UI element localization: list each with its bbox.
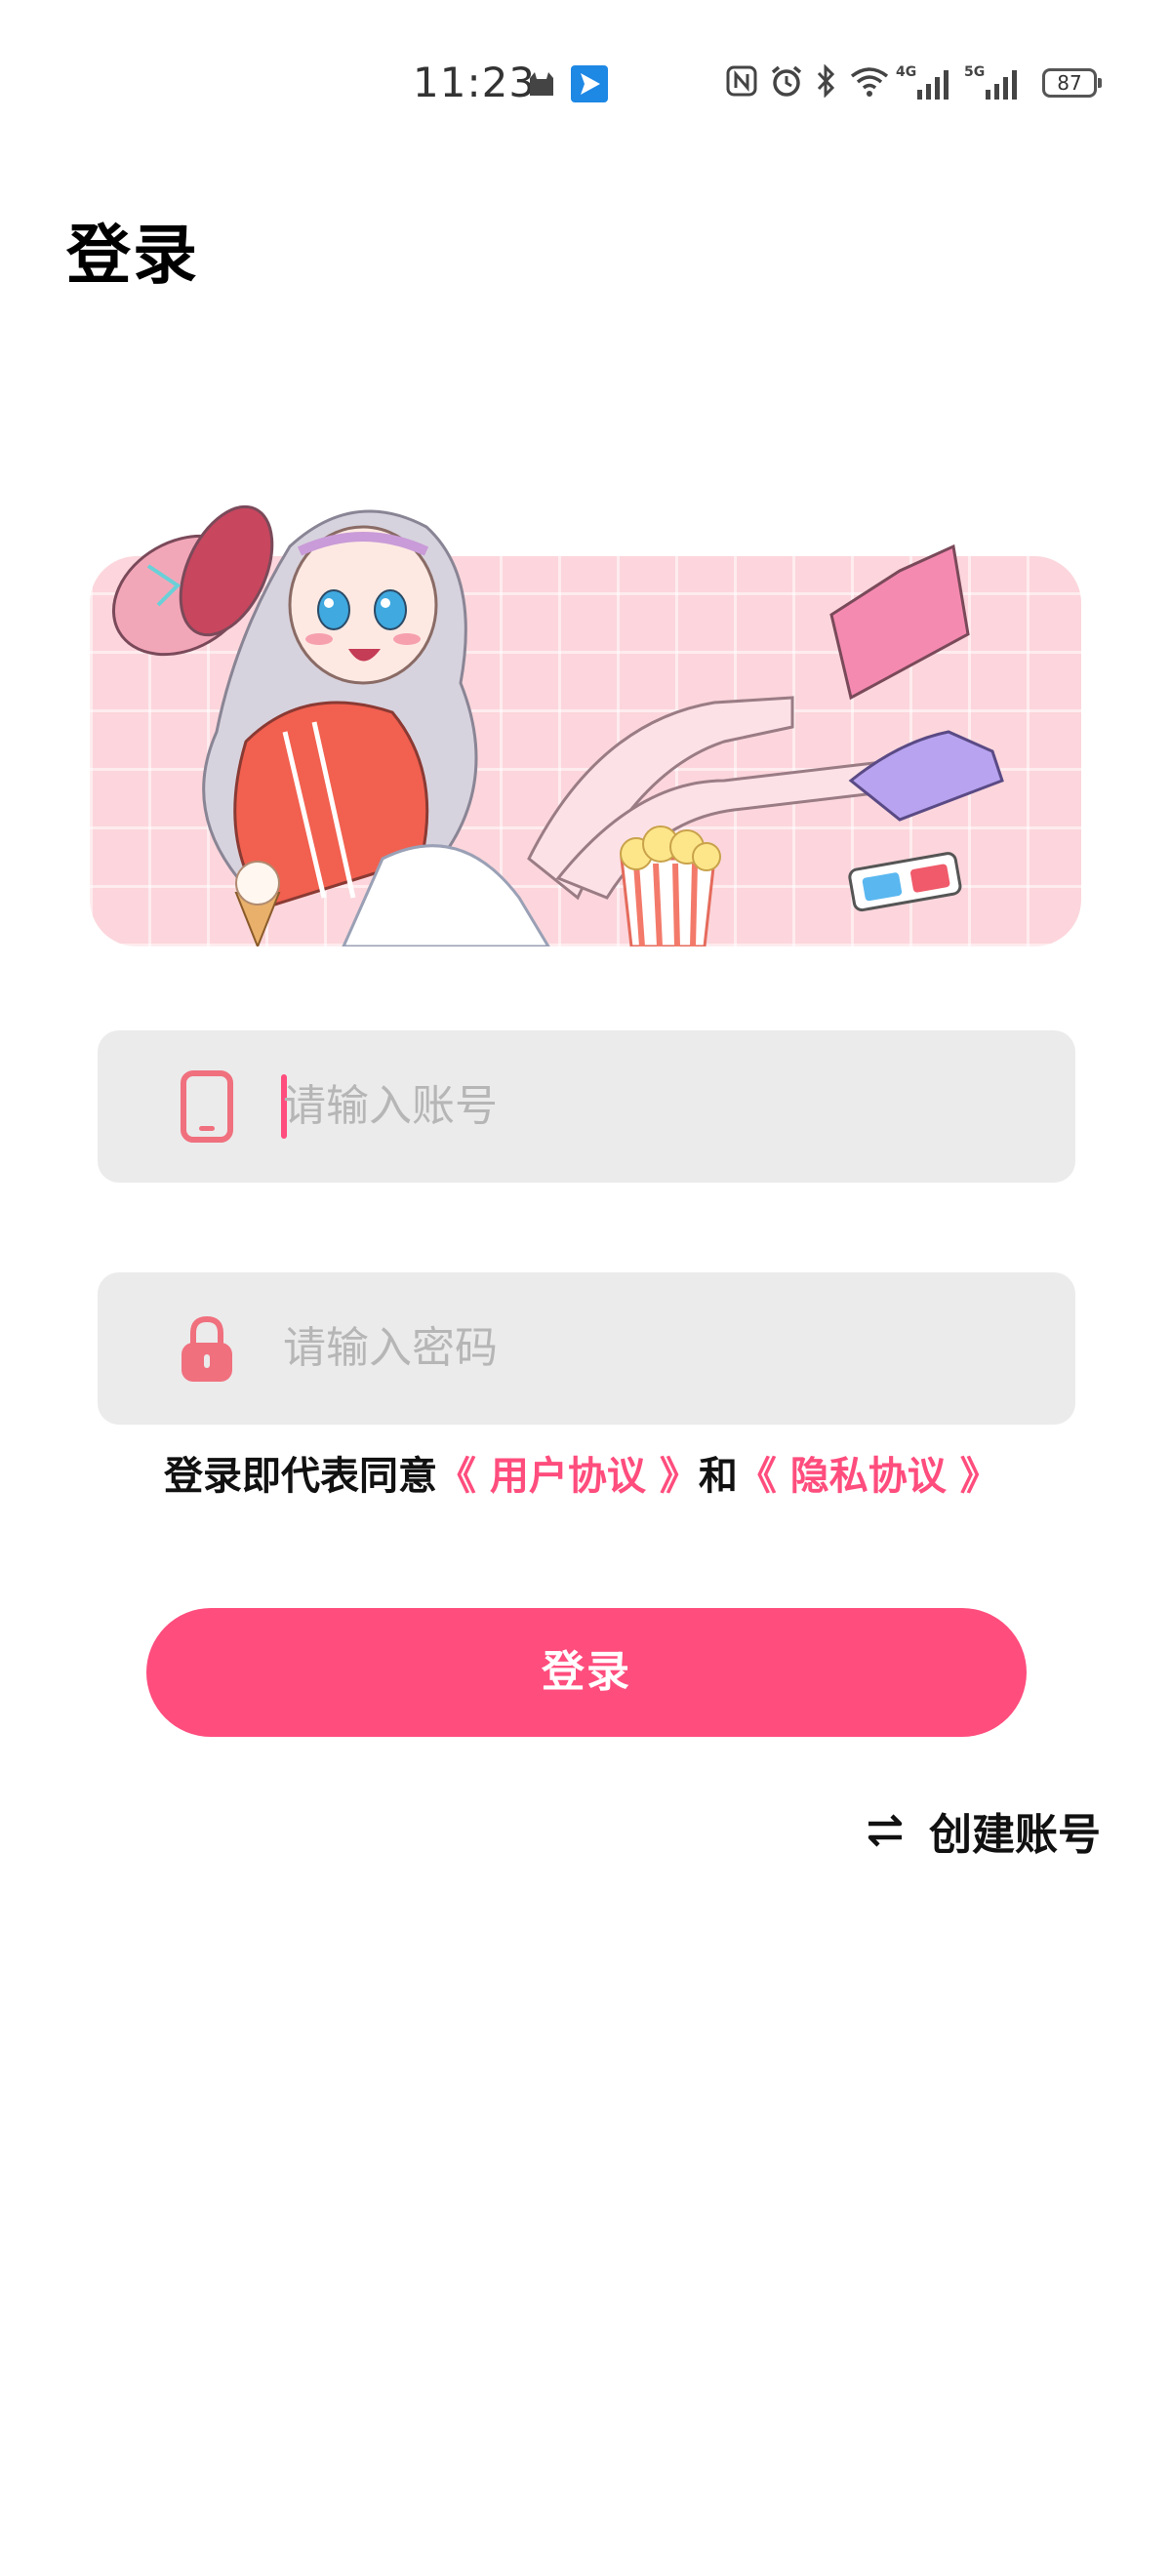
account-input[interactable]: 请输入账号 (283, 1030, 498, 1183)
user-agreement-link[interactable]: 《 用户协议 》 (437, 1454, 699, 1499)
password-input[interactable]: 请输入密码 (283, 1272, 498, 1425)
lock-icon (182, 1315, 232, 1382)
signal-icon: 4G (896, 64, 949, 100)
wifi-icon (850, 67, 889, 97)
login-button[interactable]: 登录 (146, 1608, 1027, 1737)
svg-text:5G: 5G (964, 64, 985, 80)
bluetooth-icon (817, 64, 835, 98)
nfc-icon (726, 65, 757, 97)
privacy-policy-link[interactable]: 《 隐私协议 》 (738, 1454, 999, 1499)
password-field[interactable]: 请输入密码 (98, 1272, 1075, 1425)
agreement-text: 登录即代表同意《 用户协议 》和《 隐私协议 》 (164, 1444, 1042, 1501)
signal-icon: 5G (964, 64, 1017, 100)
svg-text:4G: 4G (896, 64, 916, 80)
agreement-conjunction: 和 (698, 1454, 738, 1499)
phone-icon (181, 1070, 233, 1143)
create-account-button[interactable]: 创建账号 (865, 1801, 1101, 1860)
status-time: 11:23 (413, 59, 537, 106)
agreement-prefix: 登录即代表同意 (164, 1454, 437, 1499)
alarm-icon (771, 65, 802, 97)
create-account-label: 创建账号 (929, 1810, 1101, 1860)
battery-icon: 87 (1042, 68, 1102, 98)
anime-girl-illustration (111, 504, 1004, 946)
banner-illustration (90, 488, 1081, 946)
telegram-icon (571, 65, 608, 102)
swap-icon (868, 1814, 903, 1847)
account-field[interactable]: 请输入账号 (98, 1030, 1075, 1183)
status-bar: 11:23 4G 5G 87 (0, 0, 1171, 166)
page-title: 登录 (66, 218, 199, 293)
cat-icon (530, 72, 553, 96)
